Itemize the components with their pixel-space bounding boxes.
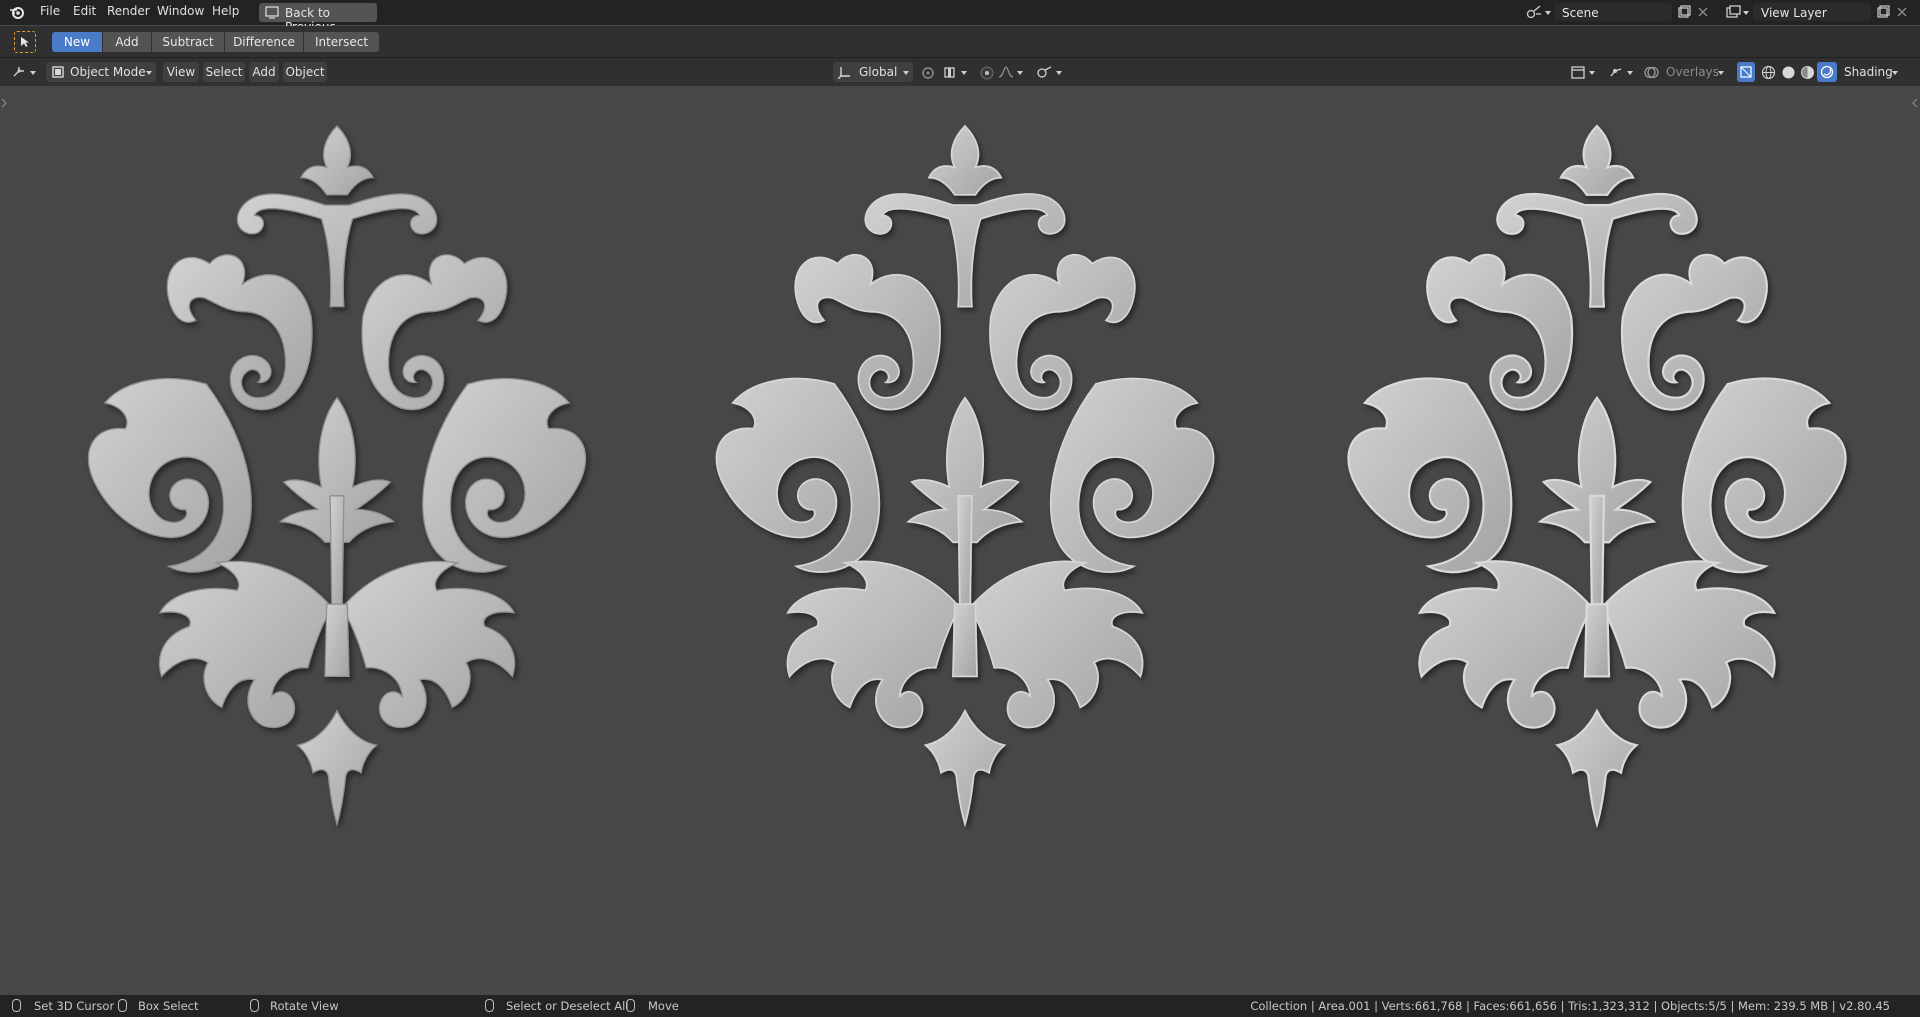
left-mouse-icon (12, 999, 21, 1012)
gizmos-dropdown[interactable] (1606, 62, 1636, 82)
ornament-center[interactable] (715, 125, 1215, 826)
axes-editor-icon (13, 67, 24, 77)
orientation-axes-icon (838, 67, 850, 79)
rendered-shading-icon (1820, 65, 1834, 79)
op-subtract-button[interactable]: Subtract (152, 32, 224, 52)
menu-add[interactable]: Add (249, 62, 279, 82)
xray-icon (1740, 66, 1752, 78)
menu-object[interactable]: Object (283, 62, 327, 82)
mode-label: Object Mode (70, 65, 146, 79)
scene-label: Scene (1562, 6, 1599, 20)
falloff-caret-icon (1017, 71, 1023, 75)
overlays-toggle-icon[interactable] (1644, 65, 1659, 80)
scene-icon[interactable] (1526, 5, 1542, 19)
menu-render[interactable]: Render (107, 4, 150, 18)
right-mouse-icon (485, 999, 494, 1012)
status-bar: Set 3D Cursor Box Select Rotate View Sel… (0, 995, 1920, 1017)
shading-caret-icon (1892, 71, 1898, 75)
top-bar: File Edit Render Window Help Back to Pre… (0, 0, 1920, 34)
view-layer-icon[interactable] (1726, 5, 1741, 19)
menu-window[interactable]: Window (157, 4, 204, 18)
orientation-label: Global (859, 65, 898, 79)
viewport-header: Object Mode View Select Add Object Globa… (0, 58, 1920, 86)
hint-set-3d-cursor: Set 3D Cursor (34, 999, 115, 1013)
op-add-button[interactable]: Add (103, 32, 151, 52)
material-shading-icon[interactable] (1800, 65, 1815, 80)
hint-move: Move (648, 999, 679, 1013)
solid-shading-icon[interactable] (1781, 65, 1796, 80)
op-intersect-button[interactable]: Intersect (304, 32, 379, 52)
object-types-caret-icon (1589, 71, 1595, 75)
scene-caret-icon[interactable] (1545, 11, 1551, 15)
ornament-right[interactable] (1347, 124, 1847, 826)
blender-logo-icon[interactable] (9, 5, 25, 20)
overlays-label: Overlays (1666, 65, 1719, 79)
new-scene-icon[interactable] (1677, 5, 1691, 19)
view-layer-label: View Layer (1761, 6, 1827, 20)
proportional-edit-icon[interactable] (980, 66, 994, 80)
hint-rotate-view: Rotate View (270, 999, 339, 1013)
3d-viewport[interactable] (0, 86, 1920, 995)
gizmo-caret-icon (1056, 71, 1062, 75)
hint-select-deselect: Select or Deselect All (506, 999, 629, 1013)
tool-settings-bar: New Add Subtract Difference Intersect (0, 26, 1920, 58)
middle-mouse-icon (250, 999, 259, 1012)
editor-type-caret-icon (30, 71, 36, 75)
gizmo-dropdown[interactable] (1035, 62, 1065, 82)
ornament-left[interactable] (87, 125, 587, 825)
xray-toggle[interactable] (1737, 62, 1755, 82)
delete-scene-icon[interactable] (1697, 6, 1709, 18)
scene-statistics: Collection | Area.001 | Verts:661,768 | … (1250, 999, 1890, 1013)
orientation-dropdown[interactable]: Global (833, 62, 913, 82)
op-difference-button[interactable]: Difference (225, 32, 303, 52)
menu-view[interactable]: View (163, 62, 199, 82)
delete-view-layer-icon[interactable] (1896, 6, 1908, 18)
snap-toggle[interactable] (940, 62, 970, 82)
cursor-arrow-icon (21, 37, 29, 47)
falloff-dropdown[interactable] (996, 62, 1026, 82)
op-new-button[interactable]: New (52, 32, 102, 52)
overlays-dropdown[interactable]: Overlays (1662, 62, 1728, 82)
menu-help[interactable]: Help (212, 4, 239, 18)
shading-dropdown[interactable]: Shading (1840, 62, 1902, 82)
object-mode-icon (52, 66, 64, 78)
scene-field[interactable]: Scene (1554, 3, 1672, 21)
falloff-curve-icon (998, 66, 1014, 78)
select-tool-button[interactable] (14, 31, 36, 53)
shading-label: Shading (1844, 65, 1893, 79)
orientation-caret-icon (903, 71, 909, 75)
view-object-types-dropdown[interactable] (1568, 62, 1598, 82)
back-to-previous-button[interactable]: Back to Previous (259, 3, 377, 34)
screen-back-icon (265, 6, 279, 19)
snap-caret-icon (961, 71, 967, 75)
editor-type-button[interactable] (9, 62, 39, 82)
new-view-layer-icon[interactable] (1876, 5, 1890, 19)
right-drag-mouse-icon (626, 999, 635, 1012)
object-types-icon (1571, 66, 1585, 79)
overlays-caret-icon (1718, 71, 1724, 75)
gizmo-eye-icon (1610, 68, 1622, 77)
mode-dropdown[interactable]: Object Mode (46, 62, 156, 82)
hint-box-select: Box Select (138, 999, 199, 1013)
wireframe-shading-icon[interactable] (1761, 65, 1776, 80)
link-gizmo-icon (1037, 66, 1052, 78)
menu-file[interactable]: File (40, 4, 60, 18)
view-layer-caret-icon[interactable] (1743, 11, 1749, 15)
mode-caret-icon (146, 71, 152, 75)
view-layer-field[interactable]: View Layer (1753, 3, 1871, 21)
rendered-shading-toggle[interactable] (1817, 62, 1837, 82)
snap-magnet-icon (944, 67, 955, 78)
viewport-canvas (87, 124, 1847, 826)
menu-edit[interactable]: Edit (73, 4, 96, 18)
menu-select[interactable]: Select (203, 62, 245, 82)
pivot-point-icon[interactable] (921, 66, 935, 80)
gizmos-caret-icon (1627, 71, 1633, 75)
drag-mouse-icon (118, 999, 127, 1012)
